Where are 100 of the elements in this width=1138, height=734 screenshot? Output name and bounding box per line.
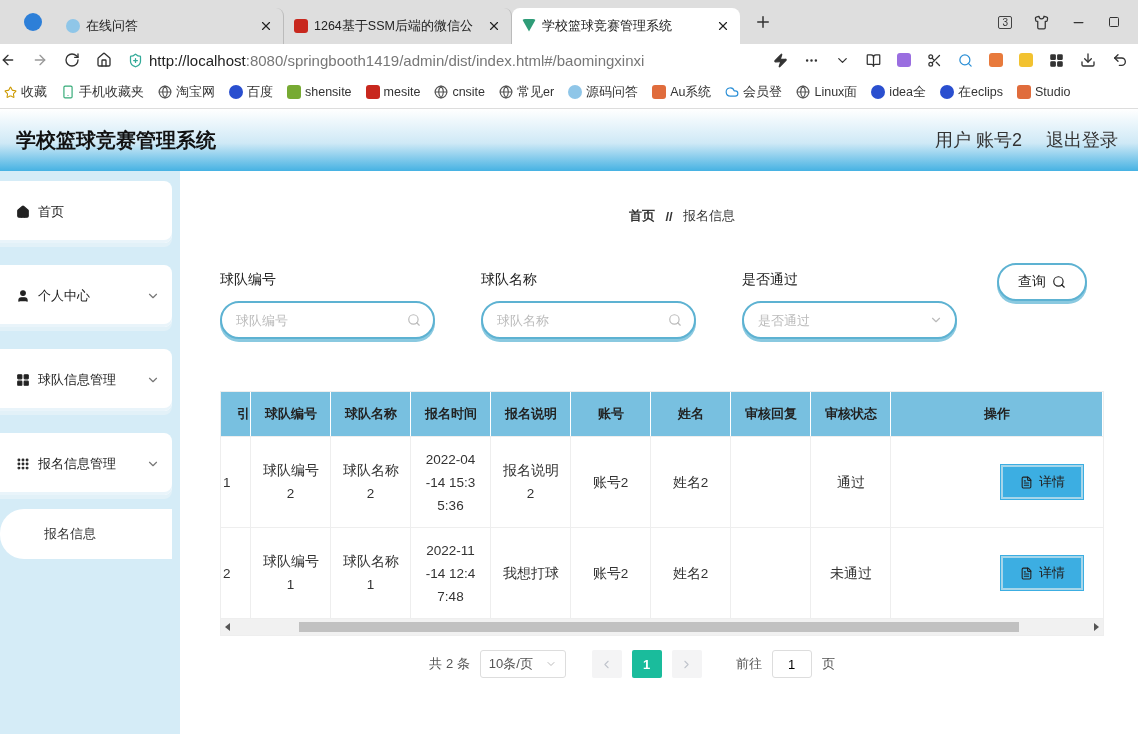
new-tab-icon[interactable] bbox=[754, 13, 772, 31]
tab-count[interactable]: 3 bbox=[998, 15, 1012, 29]
filter-label: 是否通过 bbox=[742, 271, 799, 289]
table-cell-text: 2022-04-14 15:35:36 bbox=[424, 450, 477, 515]
breadcrumb-current: 报名信息 bbox=[682, 207, 735, 225]
home-icon[interactable] bbox=[96, 52, 112, 68]
bookmark-link[interactable]: 源码问答 bbox=[568, 83, 639, 101]
bookmark-link[interactable]: 会员登 bbox=[725, 83, 783, 101]
bookmark-link[interactable]: shensite bbox=[287, 85, 352, 99]
globe-icon bbox=[434, 85, 449, 99]
breadcrumb-separator: // bbox=[665, 208, 673, 224]
select-field[interactable]: 是否通过 bbox=[742, 301, 957, 339]
details-button[interactable]: 详情 bbox=[1001, 556, 1083, 590]
star-icon bbox=[4, 85, 17, 99]
table-cell-text: 2022-11-14 12:47:48 bbox=[424, 541, 477, 606]
input-field[interactable]: 球队名称 bbox=[481, 301, 696, 339]
search-icon bbox=[1052, 275, 1066, 289]
forward-icon[interactable] bbox=[32, 52, 48, 68]
bookmark-link[interactable]: 收藏 bbox=[4, 83, 47, 101]
column-header: 引 bbox=[221, 392, 251, 436]
horizontal-scrollbar[interactable] bbox=[221, 619, 1103, 635]
user-label: 用户 账号2 bbox=[935, 129, 1022, 152]
search-icon bbox=[407, 313, 421, 327]
filter-label: 球队编号 bbox=[220, 271, 277, 289]
address-bar[interactable]: http://localhost:8080/springbooth1419/admin/dist/index.html#/baomingxinxi bbox=[128, 51, 757, 69]
bookmark-link[interactable]: 淘宝网 bbox=[158, 83, 215, 101]
scroll-left-icon[interactable] bbox=[225, 623, 231, 631]
goto-label: 前往 bbox=[735, 655, 762, 673]
bookmark-link[interactable]: cnsite bbox=[434, 85, 486, 99]
search-button[interactable]: 查询 bbox=[997, 263, 1087, 301]
table-cell-text: 球队编号1 bbox=[261, 553, 320, 594]
table-cell-text: 账号2 bbox=[592, 473, 629, 492]
grid-icon bbox=[16, 457, 30, 471]
logout-link[interactable]: 退出登录 bbox=[1046, 128, 1118, 152]
book-icon[interactable] bbox=[866, 52, 881, 68]
scroll-right-icon[interactable] bbox=[1093, 623, 1099, 631]
shirt-icon[interactable] bbox=[1034, 14, 1049, 30]
column-header: 操作 bbox=[891, 392, 1103, 436]
column-header: 球队编号 bbox=[251, 392, 331, 436]
close-icon[interactable] bbox=[259, 19, 273, 33]
page-input[interactable]: 1 bbox=[771, 650, 812, 678]
reload-icon[interactable] bbox=[64, 52, 80, 68]
search-icon[interactable] bbox=[958, 52, 973, 68]
undo-icon[interactable] bbox=[1112, 52, 1128, 68]
close-icon[interactable] bbox=[716, 19, 730, 33]
table-cell-text: 1 bbox=[223, 473, 231, 492]
table-cell-text: 2 bbox=[223, 564, 231, 583]
table-cell-text: 通过 bbox=[836, 473, 865, 492]
user-icon bbox=[16, 289, 30, 303]
site-icon bbox=[294, 19, 308, 33]
bookmark-link[interactable]: Au系统 bbox=[652, 83, 712, 101]
lightning-icon[interactable] bbox=[773, 52, 788, 68]
url-text: http://localhost:8080/springbooth1419/admin/dist/index.html#/baomingxinxi bbox=[149, 51, 645, 69]
site-icon bbox=[652, 85, 667, 99]
site-icon bbox=[1016, 85, 1031, 99]
table-cell-text: 姓名2 bbox=[672, 564, 709, 583]
apps-icon[interactable] bbox=[1049, 52, 1064, 68]
download-icon[interactable] bbox=[1080, 52, 1096, 68]
document-icon bbox=[1019, 475, 1033, 489]
filter-label: 球队名称 bbox=[481, 271, 538, 289]
total-count: 共 2 条 bbox=[429, 655, 470, 673]
column-header: 账号 bbox=[571, 392, 651, 436]
bookmark-link[interactable]: 在eclips bbox=[940, 83, 1003, 101]
bookmark-link[interactable]: idea全 bbox=[871, 83, 926, 101]
document-icon bbox=[1019, 566, 1033, 580]
browser-tab[interactable]: 学校篮球竞赛管理系统 bbox=[512, 8, 740, 44]
table-cell-text: 我想打球 bbox=[502, 564, 559, 583]
breadcrumb-link[interactable]: 首页 bbox=[629, 207, 656, 225]
bookmark-link[interactable]: mesite bbox=[365, 85, 421, 99]
column-header: 球队名称 bbox=[331, 392, 411, 436]
page-suffix: 页 bbox=[821, 655, 835, 673]
globe-icon bbox=[158, 85, 172, 99]
table-cell-text: 球队编号2 bbox=[261, 462, 320, 503]
page-size-select[interactable]: 10条/页 bbox=[479, 650, 566, 678]
site-icon bbox=[287, 85, 301, 99]
input-field[interactable]: 球队编号 bbox=[220, 301, 435, 339]
table-cell-text: 账号2 bbox=[592, 564, 629, 583]
back-icon[interactable] bbox=[0, 52, 16, 68]
close-icon[interactable] bbox=[487, 19, 501, 33]
table-cell-text: 球队名称2 bbox=[341, 462, 400, 503]
globe-icon bbox=[499, 85, 514, 99]
globe-icon bbox=[796, 85, 811, 99]
table-cell-text: 球队名称1 bbox=[341, 553, 400, 594]
browser-logo-icon bbox=[24, 13, 42, 31]
bookmark-link[interactable]: 常见er bbox=[499, 83, 555, 101]
app-title: 学校篮球竞赛管理系统 bbox=[16, 127, 217, 153]
cloud-icon bbox=[725, 85, 740, 99]
phone-icon bbox=[61, 85, 75, 99]
details-button[interactable]: 详情 bbox=[1001, 465, 1083, 499]
home-icon bbox=[16, 205, 30, 219]
bookmark-link[interactable]: Studio bbox=[1016, 85, 1071, 99]
maximize-icon[interactable] bbox=[1108, 16, 1120, 28]
bookmark-link[interactable]: 百度 bbox=[229, 83, 273, 101]
bookmark-link[interactable]: 手机收藏夹 bbox=[61, 83, 144, 101]
table-cell-text: 姓名2 bbox=[672, 473, 709, 492]
column-header: 报名时间 bbox=[411, 392, 491, 436]
bookmark-link[interactable]: Linux面 bbox=[796, 83, 858, 101]
scissors-icon[interactable] bbox=[927, 52, 942, 68]
column-header: 审核回复 bbox=[731, 392, 811, 436]
sidebar-subitem[interactable]: 报名信息 bbox=[0, 509, 172, 559]
